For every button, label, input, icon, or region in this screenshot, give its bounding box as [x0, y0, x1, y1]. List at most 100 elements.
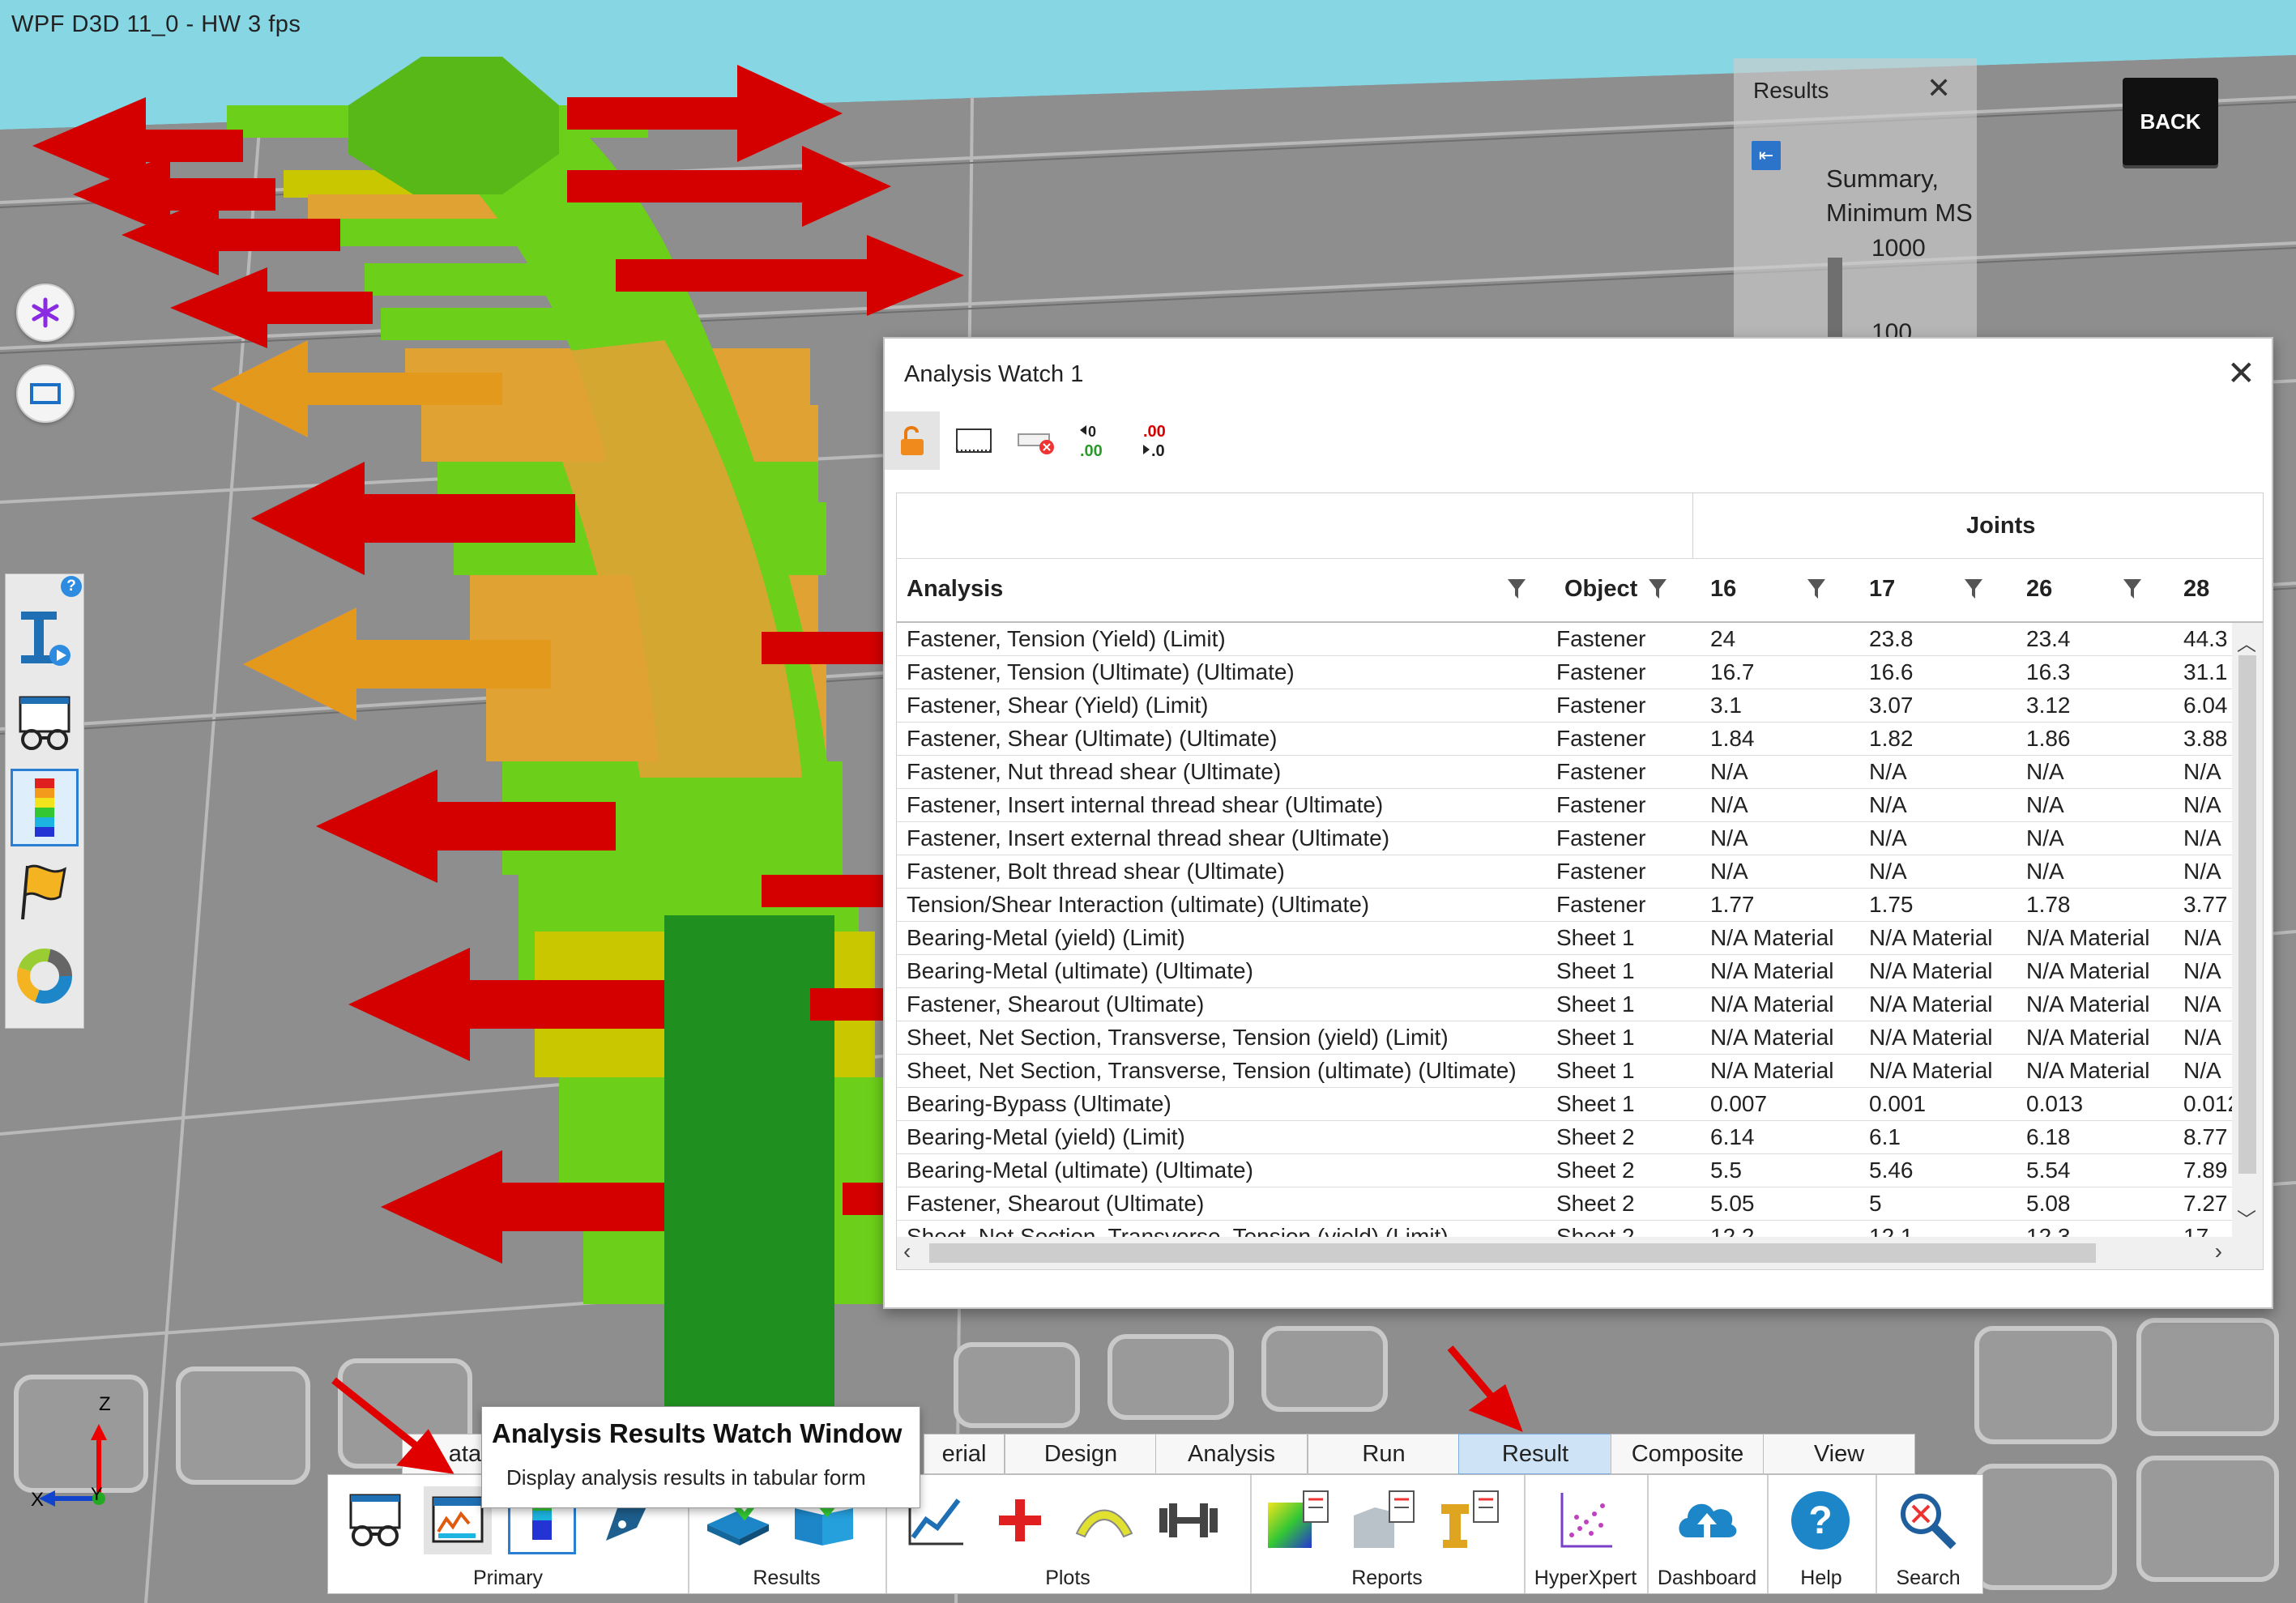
table-row[interactable]: Sheet, Net Section, Transverse, Tension …: [897, 1021, 2232, 1055]
help-ribbon-button[interactable]: ?: [1786, 1486, 1854, 1554]
add-plot-ribbon-button[interactable]: [986, 1486, 1054, 1554]
help-badge[interactable]: ?: [61, 576, 82, 597]
ribbon-tab-view[interactable]: View: [1763, 1434, 1915, 1474]
grid-group-header: Joints: [897, 493, 2263, 559]
table-row[interactable]: Fastener, Shear (Ultimate) (Ultimate) Fas…: [897, 723, 2232, 756]
tooltip-description: Display analysis results in tabular form: [506, 1465, 866, 1490]
ring-chart-icon: [17, 949, 72, 1004]
collapse-arrow-icon[interactable]: ⇤: [1752, 141, 1781, 170]
table-row[interactable]: Sheet, Net Section, Transverse, Tension …: [897, 1055, 2232, 1088]
contour-report-ribbon-button[interactable]: [1265, 1486, 1333, 1554]
cell-joint-16: 5.05: [1710, 1191, 1755, 1216]
table-row[interactable]: Fastener, Nut thread shear (Ultimate) Fas…: [897, 756, 2232, 789]
table-row[interactable]: Bearing-Metal (yield) (Limit) Sheet 1 N/A …: [897, 922, 2232, 955]
cell-analysis: Fastener, Insert external thread shear (…: [907, 825, 1390, 851]
scroll-down-icon[interactable]: ﹀: [2237, 1204, 2256, 1232]
flag-button[interactable]: [11, 853, 79, 931]
glasses-view-button[interactable]: [11, 684, 79, 762]
ribbon-tab-design[interactable]: Design: [1005, 1434, 1157, 1474]
table-row[interactable]: Bearing-Metal (yield) (Limit) Sheet 2 6.14…: [897, 1121, 2232, 1154]
table-row[interactable]: Fastener, Tension (Ultimate) (Ultimate) F…: [897, 656, 2232, 689]
scroll-up-icon[interactable]: ︿: [2237, 628, 2256, 656]
table-row[interactable]: Fastener, Insert internal thread shear (…: [897, 789, 2232, 822]
ribbon-group-label-dashboard: Dashboard: [1657, 1567, 1757, 1589]
cell-joint-26: 23.4: [2026, 626, 2071, 651]
remove-button[interactable]: [1008, 411, 1063, 470]
filter-icon[interactable]: [1506, 578, 1527, 600]
cell-joint-26: 6.18: [2026, 1124, 2071, 1149]
back-button[interactable]: BACK: [2123, 78, 2218, 165]
results-close-button[interactable]: ✕: [1927, 71, 1951, 105]
grid-column-headers: Analysis Object 16 17 26 28: [897, 558, 2263, 623]
watch-close-button[interactable]: ✕: [2227, 353, 2255, 393]
ribbon-tab-result[interactable]: Result: [1458, 1434, 1612, 1474]
ribbon-tab-run[interactable]: Run: [1308, 1434, 1460, 1474]
table-row[interactable]: Fastener, Shearout (Ultimate) Sheet 2 5.05…: [897, 1187, 2232, 1221]
ribbon-group-hyperxpert: HyperXpert: [1524, 1475, 1649, 1593]
filter-icon[interactable]: [1647, 578, 1668, 600]
dashboard-ribbon-button[interactable]: [1673, 1486, 1741, 1554]
column-header-joint-17[interactable]: 17: [1869, 576, 1895, 603]
column-header-joint-16[interactable]: 16: [1710, 576, 1736, 603]
decimal-decrease-button[interactable]: 0 .00: [1069, 411, 1125, 470]
search-ribbon-button[interactable]: [1893, 1486, 1961, 1554]
fastener-report-ribbon-button[interactable]: [1435, 1486, 1503, 1554]
horizontal-scroll-thumb[interactable]: [929, 1243, 2096, 1263]
cell-object: Sheet 1: [1556, 1025, 1635, 1050]
contour-legend-button[interactable]: [11, 769, 79, 846]
column-header-analysis[interactable]: Analysis: [907, 576, 1003, 603]
vertical-scroll-thumb[interactable]: [2238, 655, 2256, 1174]
watch-window-title: Analysis Watch 1: [904, 361, 1084, 387]
table-row[interactable]: Fastener, Insert external thread shear (…: [897, 822, 2232, 855]
cell-joint-26: 1.78: [2026, 892, 2071, 917]
cell-joint-16: 1.77: [1710, 892, 1755, 917]
cell-joint-26: N/A Material: [2026, 1025, 2150, 1050]
cloud-upload-icon: [1679, 1503, 1737, 1545]
cell-object: Fastener: [1556, 659, 1646, 684]
results-legend-panel: Results ✕ ⇤ Summary, Minimum MS 1000 100: [1734, 58, 1977, 346]
ribbon-tab-composite[interactable]: Composite: [1611, 1434, 1765, 1474]
cell-analysis: Fastener, Insert internal thread shear (…: [907, 792, 1384, 817]
view-frame-button[interactable]: [16, 365, 75, 423]
table-row[interactable]: Bearing-Metal (ultimate) (Ultimate) Sheet…: [897, 1154, 2232, 1187]
table-row[interactable]: Fastener, Bolt thread shear (Ultimate) Fa…: [897, 855, 2232, 889]
cell-joint-26: 3.12: [2026, 693, 2071, 718]
frame-button[interactable]: [946, 411, 1001, 470]
ring-chart-button[interactable]: [11, 937, 79, 1015]
scroll-right-icon[interactable]: ›: [2215, 1238, 2222, 1264]
table-row[interactable]: Fastener, Shear (Yield) (Limit) Fastener 3…: [897, 689, 2232, 723]
table-row[interactable]: Fastener, Shearout (Ultimate) Sheet 1 N/A …: [897, 988, 2232, 1021]
column-header-joint-28[interactable]: 28: [2183, 576, 2209, 603]
ribbon-group-reports: Reports: [1250, 1475, 1526, 1593]
render-info-label: WPF D3D 11_0 - HW 3 fps: [11, 11, 301, 37]
filter-icon[interactable]: [1963, 578, 1984, 600]
vertical-scrollbar[interactable]: ︿ ﹀: [2232, 623, 2263, 1237]
table-row[interactable]: Bearing-Metal (ultimate) (Ultimate) Sheet…: [897, 955, 2232, 988]
filter-icon[interactable]: [2122, 578, 2143, 600]
table-row[interactable]: Fastener, Tension (Yield) (Limit) Fastene…: [897, 623, 2232, 656]
decimal-increase-button[interactable]: .00 .0: [1131, 411, 1186, 470]
asterisk-button[interactable]: [16, 284, 75, 342]
hyperxpert-ribbon-button[interactable]: [1551, 1486, 1620, 1554]
ribbon-tab-erial[interactable]: erial: [924, 1434, 1005, 1474]
lock-button[interactable]: [885, 411, 940, 470]
table-row[interactable]: Tension/Shear Interaction (ultimate) (Ul…: [897, 889, 2232, 922]
column-header-joint-26[interactable]: 26: [2026, 576, 2052, 603]
scroll-left-icon[interactable]: ‹: [903, 1238, 911, 1264]
cell-joint-28: N/A: [2183, 958, 2221, 983]
model-tool-button[interactable]: [11, 600, 79, 678]
ribbon-tab-analysis[interactable]: Analysis: [1155, 1434, 1308, 1474]
cell-analysis: Fastener, Bolt thread shear (Ultimate): [907, 859, 1285, 884]
filter-icon[interactable]: [1806, 578, 1827, 600]
horizontal-scrollbar[interactable]: ‹ ›: [897, 1237, 2263, 1269]
cell-joint-16: N/A: [1710, 792, 1748, 817]
gray-report-ribbon-button[interactable]: [1351, 1486, 1419, 1554]
curve-plot-ribbon-button[interactable]: [1070, 1486, 1138, 1554]
cell-object: Fastener: [1556, 792, 1646, 817]
column-header-object[interactable]: Object: [1564, 576, 1637, 603]
dumbbell-plot-ribbon-button[interactable]: [1154, 1486, 1223, 1554]
table-row[interactable]: Bearing-Bypass (Ultimate) Sheet 1 0.007 0.0…: [897, 1088, 2240, 1121]
results-summary-line2: Minimum MS: [1826, 198, 1973, 227]
decimal-decrease-icon: 0 .00: [1080, 424, 1103, 459]
glasses-view-ribbon-button[interactable]: [341, 1486, 409, 1554]
